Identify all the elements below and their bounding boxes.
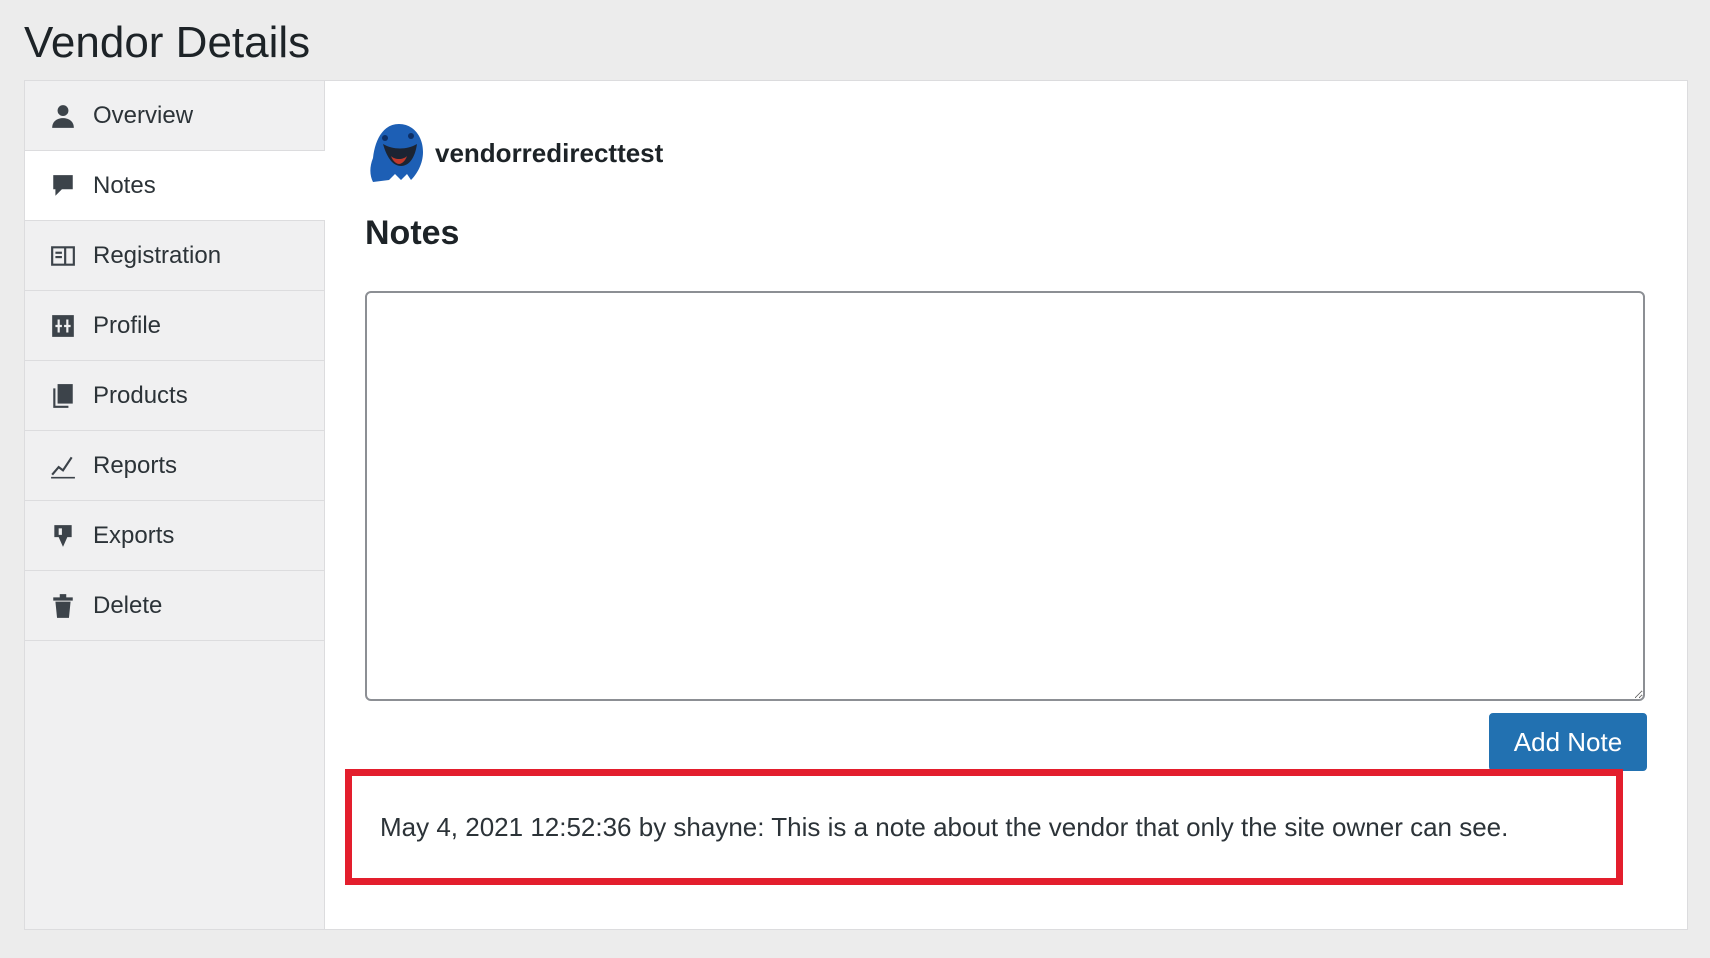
avatar <box>370 124 423 182</box>
tab-profile[interactable]: Profile <box>25 291 324 361</box>
tab-label: Reports <box>93 451 178 479</box>
tab-label: Notes <box>93 171 156 199</box>
vendor-header: vendorredirecttest <box>365 121 1647 185</box>
sidebar-nav: Overview Notes Registration Profile Prod… <box>25 81 325 929</box>
tab-registration[interactable]: Registration <box>25 221 324 291</box>
tab-label: Profile <box>93 311 162 339</box>
tab-overview[interactable]: Overview <box>25 81 324 151</box>
tab-delete[interactable]: Delete <box>25 571 324 641</box>
note-entry-text: May 4, 2021 12:52:36 by shayne: This is … <box>380 811 1509 842</box>
user-icon <box>49 102 77 130</box>
tab-exports[interactable]: Exports <box>25 501 324 571</box>
add-note-button[interactable]: Add Note <box>1489 713 1647 771</box>
vendor-name: vendorredirecttest <box>435 137 664 168</box>
tab-label: Products <box>93 381 188 409</box>
trash-icon <box>49 592 77 620</box>
notes-heading: Notes <box>365 214 460 252</box>
tab-label: Registration <box>93 241 222 269</box>
note-textarea[interactable] <box>365 291 1645 701</box>
comment-icon <box>49 172 77 200</box>
page-title: Vendor Details <box>24 18 311 67</box>
tab-products[interactable]: Products <box>25 361 324 431</box>
pages-icon <box>49 382 77 410</box>
sliders-icon <box>49 312 77 340</box>
tab-label: Overview <box>93 101 194 129</box>
tab-label: Delete <box>93 591 163 619</box>
vendor-details-panel: Overview Notes Registration Profile Prod… <box>24 80 1688 930</box>
tab-notes[interactable]: Notes <box>25 151 325 221</box>
chart-line-icon <box>49 452 77 480</box>
tab-reports[interactable]: Reports <box>25 431 324 501</box>
tab-label: Exports <box>93 521 175 549</box>
notes-content: vendorredirecttest Notes Add Note May 4,… <box>325 81 1687 929</box>
download-icon <box>49 522 77 550</box>
note-entry-highlight: May 4, 2021 12:52:36 by shayne: This is … <box>345 769 1623 885</box>
id-card-icon <box>49 242 77 270</box>
